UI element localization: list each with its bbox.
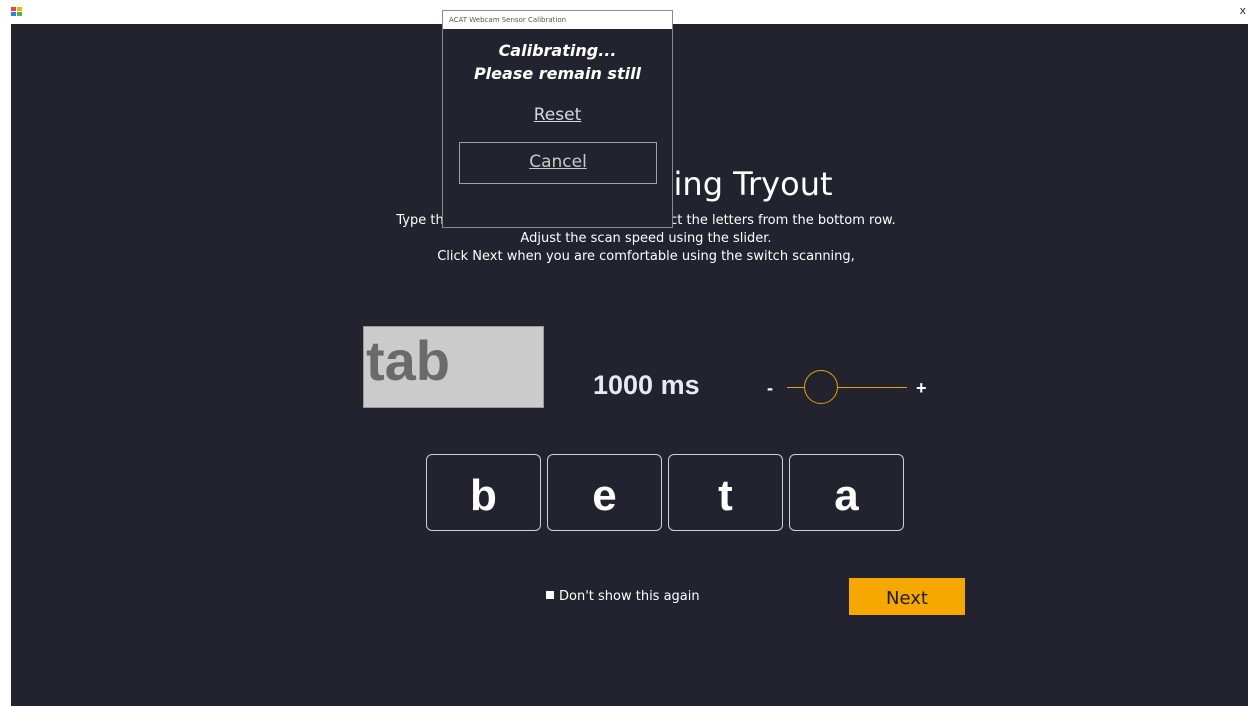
app-icon <box>11 7 22 16</box>
speed-increase-label: + <box>916 378 927 398</box>
letter-key-a[interactable]: a <box>789 454 904 531</box>
calibration-message-line-2: Please remain still <box>473 64 642 83</box>
close-icon[interactable]: x <box>1239 4 1246 17</box>
scan-speed-value: 1000 ms <box>593 370 700 400</box>
next-button[interactable]: Next <box>849 578 965 615</box>
checkbox-square[interactable] <box>546 591 554 599</box>
calibration-popup: ACAT Webcam Sensor Calibration Calibrati… <box>442 10 673 228</box>
instruction-line-3: Click Next when you are comfortable usin… <box>437 249 855 264</box>
letter-key-e[interactable]: e <box>547 454 662 531</box>
letter-key-t[interactable]: t <box>668 454 783 531</box>
word-textbox[interactable]: tab <box>363 326 544 408</box>
checkbox-label: Don't show this again <box>559 589 700 604</box>
reset-link[interactable]: Reset <box>443 105 672 125</box>
speed-slider-thumb[interactable] <box>804 370 839 404</box>
instruction-line-2: Adjust the scan speed using the slider. <box>520 231 772 246</box>
calibration-message: Calibrating... Please remain still <box>443 39 672 85</box>
dont-show-again-checkbox[interactable]: Don't show this again <box>546 589 700 605</box>
speed-decrease-label: - <box>767 378 773 398</box>
calibration-message-line-1: Calibrating... <box>498 41 617 60</box>
letter-key-b[interactable]: b <box>426 454 541 531</box>
popup-title: ACAT Webcam Sensor Calibration <box>443 11 672 29</box>
cancel-button[interactable]: Cancel <box>459 142 657 184</box>
